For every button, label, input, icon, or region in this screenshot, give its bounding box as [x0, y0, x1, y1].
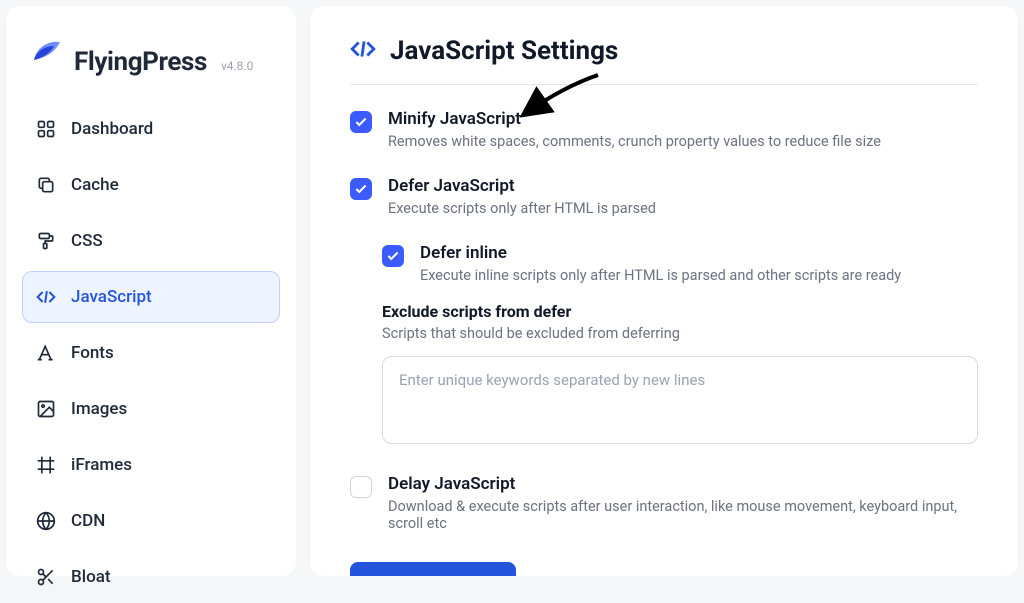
checkbox-defer[interactable] [350, 178, 372, 200]
sidebar-item-label: iFrames [71, 455, 132, 475]
setting-title: Defer inline [420, 243, 978, 263]
paint-icon [35, 230, 57, 252]
sidebar-item-javascript[interactable]: JavaScript [22, 271, 280, 323]
grid-icon [35, 118, 57, 140]
setting-title: Defer JavaScript [388, 176, 978, 196]
sidebar-nav: Dashboard Cache CSS JavaScript [22, 103, 280, 603]
exclude-desc: Scripts that should be excluded from def… [382, 325, 978, 342]
sidebar-item-cache[interactable]: Cache [22, 159, 280, 211]
page-title: JavaScript Settings [390, 36, 618, 66]
setting-desc: Execute scripts only after HTML is parse… [388, 200, 978, 217]
frame-icon [35, 454, 57, 476]
sidebar: FlyingPress v4.8.0 Dashboard Cache CS [6, 6, 296, 576]
sidebar-item-images[interactable]: Images [22, 383, 280, 435]
brand: FlyingPress v4.8.0 [22, 28, 280, 99]
sidebar-item-css[interactable]: CSS [22, 215, 280, 267]
globe-icon [35, 510, 57, 532]
page-header: JavaScript Settings [350, 36, 978, 85]
exclude-block: Exclude scripts from defer Scripts that … [382, 302, 978, 448]
brand-name: FlyingPress [74, 47, 207, 77]
checkbox-delay[interactable] [350, 476, 372, 498]
setting-desc: Execute inline scripts only after HTML i… [420, 267, 978, 284]
sidebar-item-label: Images [71, 399, 127, 419]
sidebar-item-dashboard[interactable]: Dashboard [22, 103, 280, 155]
code-icon [35, 286, 57, 308]
save-button-label: Save changes [396, 576, 496, 577]
setting-title: Minify JavaScript [388, 109, 978, 129]
image-icon [35, 398, 57, 420]
check-icon [370, 574, 386, 576]
save-button[interactable]: Save changes [350, 562, 516, 576]
exclude-title: Exclude scripts from defer [382, 302, 978, 321]
sidebar-item-label: Bloat [71, 567, 111, 587]
setting-desc: Download & execute scripts after user in… [388, 498, 978, 532]
main-panel: JavaScript Settings Minify [310, 6, 1018, 576]
setting-defer-inline: Defer inline Execute inline scripts only… [382, 243, 978, 284]
code-icon [350, 36, 376, 66]
copy-icon [35, 174, 57, 196]
sidebar-item-label: Fonts [71, 343, 114, 363]
sidebar-item-bloat[interactable]: Bloat [22, 551, 280, 603]
sidebar-item-iframes[interactable]: iFrames [22, 439, 280, 491]
sidebar-item-label: Dashboard [71, 119, 153, 139]
setting-minify: Minify JavaScript Removes white spaces, … [350, 109, 978, 150]
exclude-textarea[interactable] [382, 356, 978, 444]
sidebar-item-cdn[interactable]: CDN [22, 495, 280, 547]
sidebar-item-label: CSS [71, 231, 103, 251]
scissors-icon [35, 566, 57, 588]
sidebar-item-label: JavaScript [71, 287, 152, 307]
brand-version: v4.8.0 [221, 59, 253, 73]
sidebar-item-fonts[interactable]: Fonts [22, 327, 280, 379]
sidebar-item-label: CDN [71, 511, 105, 531]
setting-defer: Defer JavaScript Execute scripts only af… [350, 176, 978, 217]
checkbox-defer-inline[interactable] [382, 245, 404, 267]
setting-desc: Removes white spaces, comments, crunch p… [388, 133, 978, 150]
setting-delay: Delay JavaScript Download & execute scri… [350, 474, 978, 532]
sidebar-item-label: Cache [71, 175, 119, 195]
checkbox-minify[interactable] [350, 111, 372, 133]
brand-logo-icon [28, 34, 64, 70]
setting-title: Delay JavaScript [388, 474, 978, 494]
font-icon [35, 342, 57, 364]
